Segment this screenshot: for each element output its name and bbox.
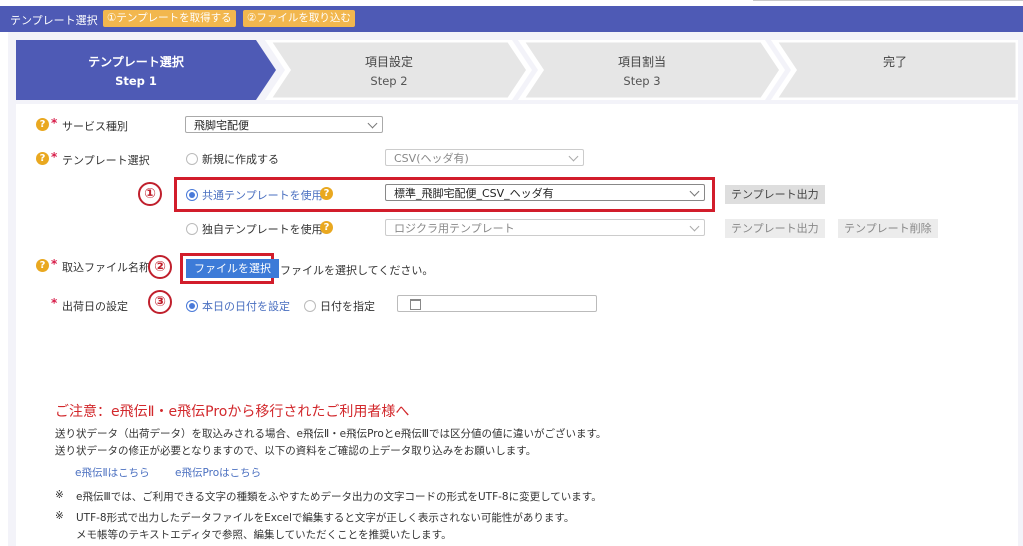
wizard-steps: テンプレート選択 Step 1 項目設定 Step 2 項目割当 Step 3 … (16, 40, 1018, 100)
step-badge-get-template: ①テンプレートを取得する (103, 10, 236, 27)
file-status-text: ファイルを選択してください。 (280, 264, 434, 277)
today-date-radio[interactable] (186, 300, 198, 312)
specify-date-radio[interactable] (304, 300, 316, 312)
common-template-select[interactable]: 標準_飛脚宅配便_CSV_ヘッダ有 (385, 184, 705, 201)
notice-note-1: e飛伝Ⅲでは、ご利用できる文字の種類をふやすためデータ出力の文字コードの形式をU… (76, 491, 602, 503)
file-select-button[interactable]: ファイルを選択 (186, 259, 279, 278)
note-mark-2: ※ (55, 510, 64, 522)
file-label: 取込ファイル名称 (62, 261, 150, 274)
new-template-label: 新規に作成する (202, 153, 279, 166)
wizard-step-4: 完了 (805, 53, 985, 70)
template-label: テンプレート選択 (62, 154, 150, 167)
chevron-down-icon (568, 151, 579, 162)
ehpro-link[interactable]: e飛伝Proはこちら (175, 465, 261, 480)
common-template-output-button[interactable]: テンプレート出力 (725, 185, 825, 204)
help-icon[interactable]: ? (36, 152, 49, 165)
marker-2: ② (148, 255, 172, 279)
today-date-label: 本日の日付を設定 (202, 300, 290, 313)
required-mark: * (51, 150, 58, 164)
own-template-output-button[interactable]: テンプレート出力 (725, 219, 825, 238)
common-template-select-value: 標準_飛脚宅配便_CSV_ヘッダ有 (394, 187, 554, 200)
page-title: テンプレート選択 (10, 14, 98, 27)
notice-line-2: 送り状データの修正が必要となりますので、以下の資料をご確認の上データ取り込みをお… (55, 445, 537, 457)
help-icon[interactable]: ? (36, 118, 49, 131)
own-template-select[interactable]: ロジクラ用テンプレート (385, 219, 705, 236)
notice-line-1: 送り状データ（出荷データ）を取込みされる場合、e飛伝Ⅱ・e飛伝Proとe飛伝Ⅲで… (55, 428, 607, 440)
marker-3: ③ (148, 290, 172, 314)
new-template-select-value: CSV(ヘッダ有) (394, 152, 469, 165)
help-icon[interactable]: ? (36, 259, 49, 272)
marker-1: ① (138, 182, 162, 206)
required-mark: * (51, 296, 58, 310)
date-input[interactable] (397, 295, 597, 312)
service-select-value: 飛脚宅配便 (194, 119, 249, 132)
common-template-radio[interactable] (186, 189, 198, 201)
note-mark-1: ※ (55, 489, 64, 501)
service-label: サービス種別 (62, 120, 128, 133)
title-bar: テンプレート選択 ①テンプレートを取得する ②ファイルを取り込む (0, 6, 1023, 32)
wizard-step-3-sub: Step 3 (623, 74, 661, 88)
step-badge-import-file: ②ファイルを取り込む (243, 10, 355, 27)
wizard-step-2: 項目設定 Step 2 (299, 53, 479, 88)
wizard-step-1-sub: Step 1 (115, 74, 157, 88)
wizard-step-3: 項目割当 Step 3 (552, 53, 732, 88)
chevron-down-icon (367, 118, 378, 129)
notice-note-2: UTF-8形式で出力したデータファイルをExcelで編集すると文字が正しく表示さ… (76, 512, 575, 524)
notice-note-3: メモ帳等のテキストエディタで参照、編集していただくことを推奨いたします。 (76, 529, 452, 541)
wizard-step-4-shape (770, 40, 1018, 100)
wizard-step-1-label: テンプレート選択 (88, 55, 184, 69)
chevron-down-icon (689, 221, 700, 232)
specify-date-label: 日付を指定 (320, 300, 375, 313)
own-template-label: 独自テンプレートを使用 (202, 223, 323, 236)
own-template-select-value: ロジクラ用テンプレート (394, 222, 515, 235)
new-template-select[interactable]: CSV(ヘッダ有) (385, 149, 584, 166)
required-mark: * (51, 257, 58, 271)
new-template-radio[interactable] (186, 153, 198, 165)
help-icon[interactable]: ? (320, 221, 333, 234)
service-select[interactable]: 飛脚宅配便 (185, 116, 383, 133)
own-template-delete-button[interactable]: テンプレート削除 (838, 219, 938, 238)
wizard-step-4-label: 完了 (882, 55, 907, 69)
ship-date-label: 出荷日の設定 (62, 300, 128, 313)
common-template-label: 共通テンプレートを使用 (202, 189, 323, 202)
notice-title: ご注意：e飛伝Ⅱ・e飛伝Proから移行されたご利用者様へ (55, 404, 410, 420)
required-mark: * (51, 116, 58, 130)
eh2-link[interactable]: e飛伝Ⅱはこちら (75, 465, 150, 480)
calendar-icon (410, 299, 421, 310)
own-template-radio[interactable] (186, 223, 198, 235)
chevron-down-icon (689, 186, 700, 197)
wizard-step-3-label: 項目割当 (617, 55, 666, 69)
wizard-step-2-sub: Step 2 (370, 74, 408, 88)
wizard-step-1: テンプレート選択 Step 1 (46, 53, 226, 88)
form-area (16, 104, 1018, 546)
help-icon[interactable]: ? (320, 187, 333, 200)
wizard-step-2-label: 項目設定 (364, 55, 413, 69)
